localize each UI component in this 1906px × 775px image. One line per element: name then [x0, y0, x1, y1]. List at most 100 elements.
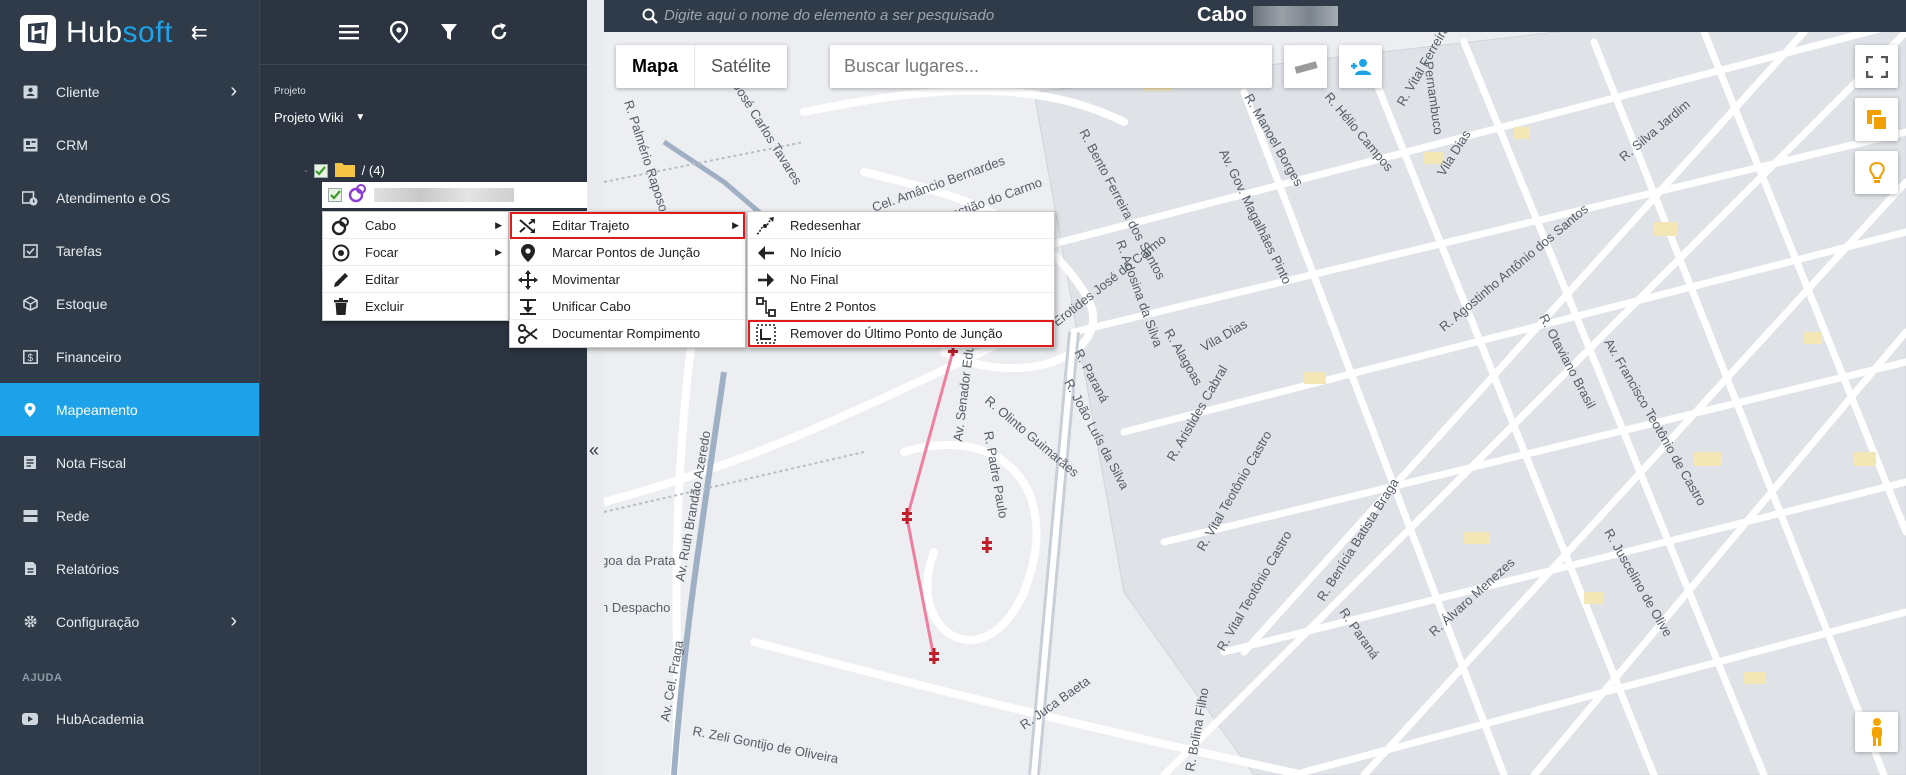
- cable-menu-item[interactable]: Editar Trajeto ▶: [510, 212, 745, 239]
- context-menu-item[interactable]: Editar: [323, 266, 508, 293]
- map-marker-icon: [518, 243, 538, 263]
- map-type-satellite-button[interactable]: Satélite: [695, 45, 787, 88]
- places-search-input[interactable]: [830, 45, 1272, 88]
- nav-item-label: Cliente: [56, 83, 100, 100]
- filter-icon[interactable]: [437, 20, 461, 44]
- fullscreen-icon: [1865, 55, 1888, 78]
- chevron-right-icon: ›: [230, 80, 237, 102]
- nav-item-mapeamento[interactable]: Mapeamento: [0, 383, 259, 436]
- menu-item-label: Unificar Cabo: [552, 298, 631, 314]
- brand: Hubsoft ⇇: [0, 0, 259, 65]
- merge-icon: [518, 297, 538, 317]
- nav-item-rede[interactable]: Rede: [0, 489, 259, 542]
- tree-root-checkbox[interactable]: [313, 163, 328, 178]
- edit-route-menu-item[interactable]: Remover do Último Ponto de Junção: [748, 320, 1054, 347]
- menu-item-label: Entre 2 Pontos: [790, 298, 876, 314]
- nav-item-configuracao[interactable]: Configuração ›: [0, 595, 259, 648]
- menu-item-label: No Início: [790, 244, 842, 260]
- between-points-icon: [756, 297, 776, 317]
- tree-item-checkbox[interactable]: [328, 188, 342, 202]
- sidebar: Hubsoft ⇇ Cliente › CRM Atendimento e OS Tar…: [0, 0, 259, 775]
- menu-item-label: Remover do Último Ponto de Junção: [790, 326, 1003, 341]
- map-type-map-button[interactable]: Mapa: [616, 45, 694, 88]
- add-user-button[interactable]: [1339, 45, 1382, 88]
- svg-text:$: $: [27, 353, 33, 364]
- tree-expander[interactable]: -: [304, 165, 308, 177]
- youtube-icon: [22, 711, 38, 727]
- nav-list: Cliente › CRM Atendimento e OS Tarefas Estoqu…: [0, 65, 259, 648]
- money-icon: $: [22, 349, 38, 365]
- nav-item-financeiro[interactable]: $ Financeiro: [0, 330, 259, 383]
- context-menu-item[interactable]: Cabo ▶: [323, 212, 508, 239]
- context-menu-item[interactable]: Focar ▶: [323, 239, 508, 266]
- gear-icon: [22, 614, 38, 630]
- tasks-icon: [22, 243, 38, 259]
- cable-menu-item[interactable]: Documentar Rompimento: [510, 320, 745, 347]
- crm-icon: [22, 137, 38, 153]
- nav-item-label: HubAcademia: [56, 710, 144, 727]
- map-header: Digite aqui o nome do elemento a ser pes…: [604, 0, 1906, 32]
- cable-menu-item[interactable]: Unificar Cabo: [510, 293, 745, 320]
- nav-item-hubacademia[interactable]: HubAcademia: [0, 692, 259, 745]
- app-window: Hubsoft ⇇ Cliente › CRM Atendimento e OS Tar…: [0, 0, 1906, 775]
- fullscreen-button[interactable]: [1855, 45, 1898, 88]
- menu-item-label: Excluir: [365, 299, 405, 314]
- context-menu-cable: Editar Trajeto ▶ Marcar Pontos de Junção Mo…: [509, 211, 746, 348]
- invoice-icon: [22, 455, 38, 471]
- map-canvas[interactable]: R. Palmério Raposo R. José Carlos Tavare…: [604, 32, 1906, 775]
- menu-item-label: No Final: [790, 271, 839, 287]
- panel-toolbar: [260, 0, 587, 65]
- tree-root-folder[interactable]: - / (4): [304, 160, 385, 181]
- project-select[interactable]: Projeto Wiki ▼: [274, 110, 365, 125]
- element-search[interactable]: Digite aqui o nome do elemento a ser pes…: [642, 7, 994, 24]
- menu-item-label: Editar: [365, 271, 399, 287]
- nav-item-cliente[interactable]: Cliente ›: [0, 65, 259, 118]
- ruler-icon: [1294, 60, 1318, 74]
- nav-item-label: Tarefas: [56, 242, 102, 259]
- refresh-icon[interactable]: [487, 20, 511, 44]
- nav-item-tarefas[interactable]: Tarefas: [0, 224, 259, 277]
- remove-point-icon: [756, 324, 776, 344]
- edit-route-menu-item[interactable]: No Final: [748, 266, 1054, 293]
- move-icon: [518, 270, 538, 290]
- menu-item-label: Editar Trajeto: [552, 217, 630, 233]
- menu-item-label: Documentar Rompimento: [552, 326, 701, 341]
- street-label: n Despacho: [604, 600, 670, 615]
- brand-name: Hubsoft: [66, 15, 173, 49]
- hamburger-menu-icon[interactable]: [337, 20, 361, 44]
- edit-route-menu-item[interactable]: Redesenhar: [748, 212, 1054, 239]
- cable-menu-item[interactable]: Movimentar: [510, 266, 745, 293]
- menu-item-label: Focar: [365, 244, 399, 260]
- street-view-button[interactable]: [1855, 712, 1898, 752]
- nav-item-relatorios[interactable]: Relatórios: [0, 542, 259, 595]
- project-select-value: Projeto Wiki: [274, 110, 344, 125]
- ruler-button[interactable]: [1284, 45, 1327, 88]
- location-pin-icon[interactable]: [387, 20, 411, 44]
- map-pin-icon: [22, 402, 38, 418]
- nav-item-nota-fiscal[interactable]: Nota Fiscal: [0, 436, 259, 489]
- help-section-title: AJUDA: [22, 672, 63, 684]
- folder-icon: [334, 160, 356, 181]
- project-label: Projeto: [274, 86, 306, 97]
- tree-item-cable[interactable]: [322, 182, 589, 208]
- edit-route-menu-item[interactable]: No Início: [748, 239, 1054, 266]
- pegman-icon: [1871, 718, 1882, 746]
- map[interactable]: R. Palmério Raposo R. José Carlos Tavare…: [604, 0, 1906, 775]
- draw-route-icon: [756, 216, 776, 236]
- layers-button[interactable]: [1855, 98, 1898, 141]
- report-icon: [22, 561, 38, 577]
- context-menu-item[interactable]: Excluir: [323, 293, 508, 320]
- tips-button[interactable]: [1855, 151, 1898, 194]
- collapse-panel-icon[interactable]: «: [589, 440, 599, 461]
- edit-route-menu-item[interactable]: Entre 2 Pontos: [748, 293, 1054, 320]
- calendar-clock-icon: [22, 190, 38, 206]
- redacted-name: [374, 188, 514, 202]
- nav-item-crm[interactable]: CRM: [0, 118, 259, 171]
- nav-item-label: Estoque: [56, 295, 108, 312]
- hubsoft-logo-icon: [20, 14, 56, 51]
- map-title: Cabo: [1197, 4, 1338, 27]
- nav-item-atendimento-e-os[interactable]: Atendimento e OS: [0, 171, 259, 224]
- nav-item-estoque[interactable]: Estoque: [0, 277, 259, 330]
- collapse-menu-icon[interactable]: ⇇: [191, 20, 208, 45]
- cable-menu-item[interactable]: Marcar Pontos de Junção: [510, 239, 745, 266]
